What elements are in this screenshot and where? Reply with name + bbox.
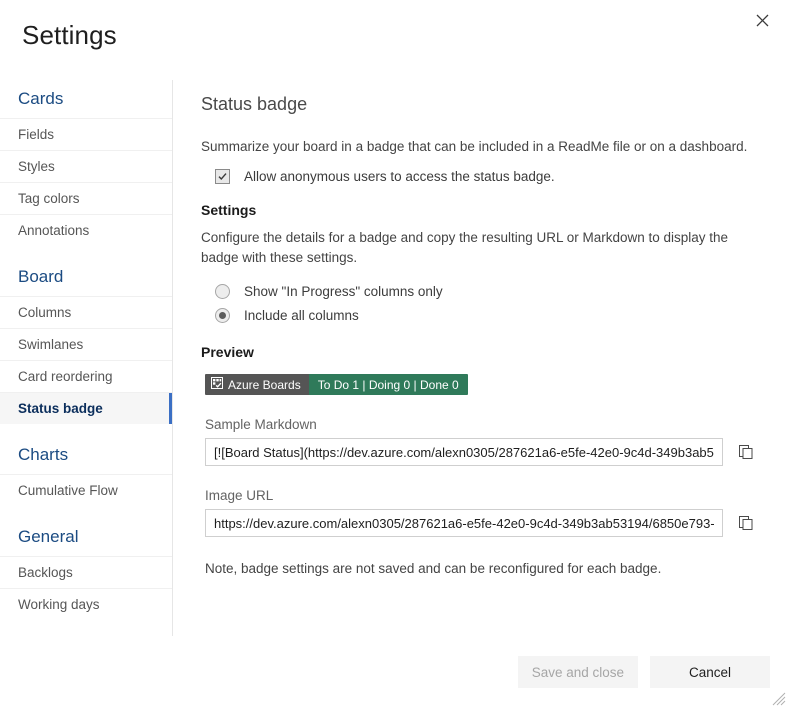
save-and-close-button[interactable]: Save and close	[518, 656, 638, 688]
preview-subheading: Preview	[201, 344, 760, 360]
sidebar-group-gap	[0, 246, 172, 258]
badge-left-label: Azure Boards	[228, 378, 301, 392]
copy-image-url-button[interactable]	[731, 509, 760, 537]
settings-sidebar: CardsFieldsStylesTag colorsAnnotations Bo…	[0, 80, 173, 636]
radio-row-all-columns[interactable]: Include all columns	[215, 304, 760, 326]
sidebar-group-title-general: General	[0, 518, 172, 556]
sidebar-item-tag-colors[interactable]: Tag colors	[0, 182, 172, 214]
markdown-field-row	[205, 438, 760, 466]
dialog-header: Settings	[0, 0, 788, 70]
sidebar-group-title-cards: Cards	[0, 80, 172, 118]
close-icon[interactable]	[746, 4, 778, 36]
sidebar-item-status-badge[interactable]: Status badge	[0, 392, 172, 424]
sidebar-group-title-charts: Charts	[0, 436, 172, 474]
sidebar-item-card-reordering[interactable]: Card reordering	[0, 360, 172, 392]
anonymous-access-checkbox[interactable]	[215, 169, 230, 184]
copy-markdown-button[interactable]	[731, 438, 760, 466]
radio-row-in-progress[interactable]: Show "In Progress" columns only	[215, 280, 760, 302]
sidebar-item-cumulative-flow[interactable]: Cumulative Flow	[0, 474, 172, 506]
sidebar-item-styles[interactable]: Styles	[0, 150, 172, 182]
image-url-field-row	[205, 509, 760, 537]
sidebar-group-gap	[0, 424, 172, 436]
badge-left-section: Azure Boards	[205, 374, 309, 395]
sidebar-item-working-days[interactable]: Working days	[0, 588, 172, 620]
sidebar-item-columns[interactable]: Columns	[0, 296, 172, 328]
page-title: Settings	[22, 20, 117, 51]
azure-boards-icon	[211, 377, 223, 392]
section-description: Summarize your board in a badge that can…	[201, 137, 760, 157]
radio-in-progress-only[interactable]	[215, 284, 230, 299]
settings-description: Configure the details for a badge and co…	[201, 228, 760, 268]
radio-in-progress-label: Show "In Progress" columns only	[244, 284, 443, 299]
settings-note: Note, badge settings are not saved and c…	[205, 561, 760, 576]
cancel-button[interactable]: Cancel	[650, 656, 770, 688]
sidebar-group-title-board: Board	[0, 258, 172, 296]
sidebar-item-fields[interactable]: Fields	[0, 118, 172, 150]
image-url-field-label: Image URL	[205, 488, 760, 503]
dialog-body: CardsFieldsStylesTag colorsAnnotations Bo…	[0, 80, 788, 636]
markdown-field-label: Sample Markdown	[205, 417, 760, 432]
sidebar-group-gap	[0, 506, 172, 518]
settings-main-panel: Status badge Summarize your board in a b…	[173, 80, 788, 636]
sidebar-item-annotations[interactable]: Annotations	[0, 214, 172, 246]
radio-all-columns-label: Include all columns	[244, 308, 359, 323]
radio-include-all-columns[interactable]	[215, 308, 230, 323]
sidebar-item-swimlanes[interactable]: Swimlanes	[0, 328, 172, 360]
status-badge-preview: Azure Boards To Do 1 | Doing 0 | Done 0	[205, 374, 468, 395]
settings-subheading: Settings	[201, 202, 760, 218]
image-url-input[interactable]	[205, 509, 723, 537]
badge-right-label: To Do 1 | Doing 0 | Done 0	[309, 374, 468, 395]
sidebar-item-backlogs[interactable]: Backlogs	[0, 556, 172, 588]
anonymous-access-row[interactable]: Allow anonymous users to access the stat…	[215, 169, 760, 184]
markdown-input[interactable]	[205, 438, 723, 466]
resize-grip[interactable]	[772, 692, 786, 706]
dialog-footer: Save and close Cancel	[0, 636, 788, 708]
section-heading: Status badge	[201, 94, 760, 115]
anonymous-access-label: Allow anonymous users to access the stat…	[244, 169, 555, 184]
